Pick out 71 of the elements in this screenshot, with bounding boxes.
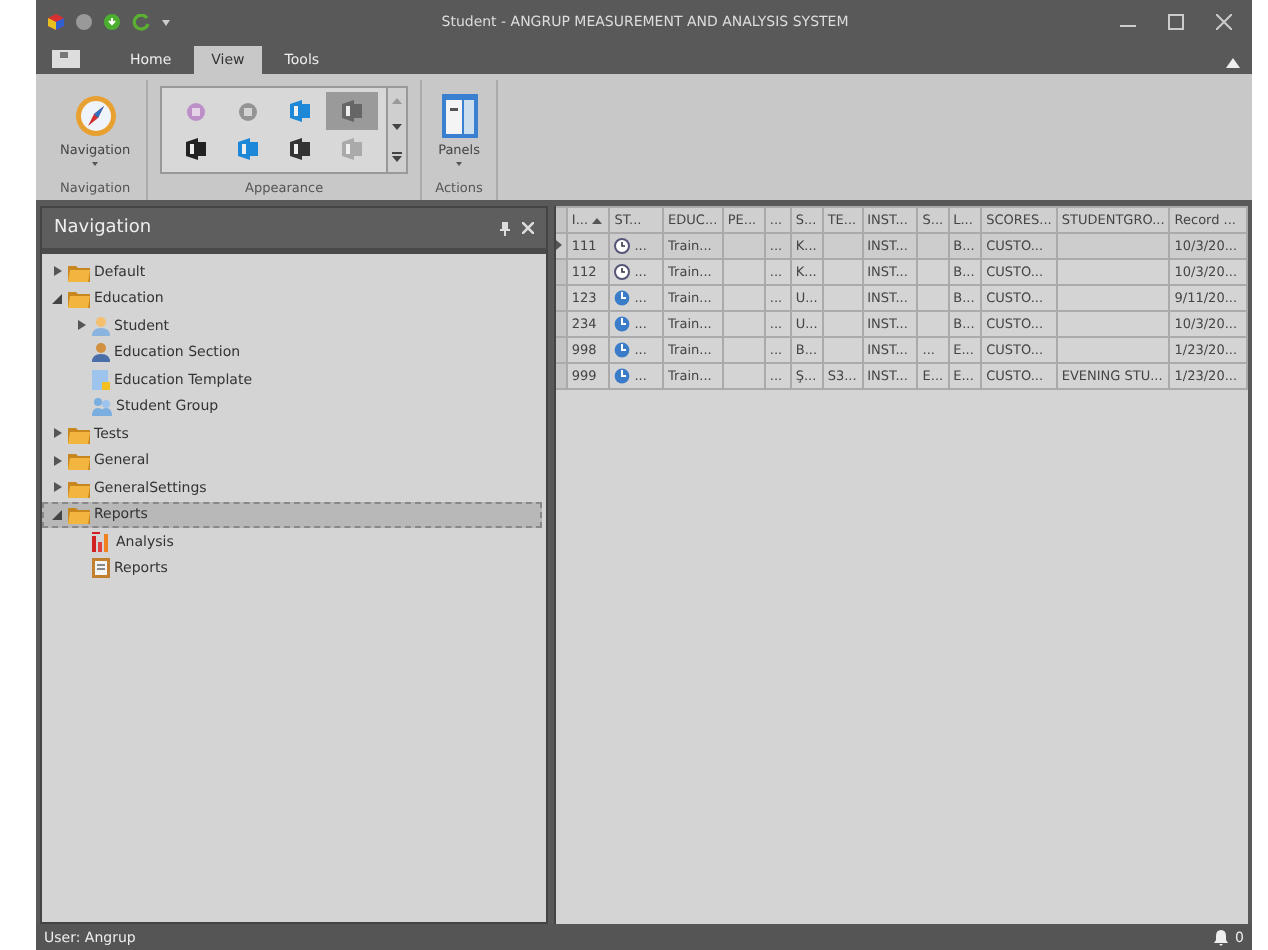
person-icon (92, 342, 110, 363)
collapse-ribbon-icon[interactable] (1226, 58, 1240, 68)
table-cell (822, 285, 863, 311)
globe-icon (614, 368, 631, 384)
people-icon (92, 396, 112, 417)
panel-title: Navigation (54, 218, 154, 238)
theme-icon (238, 101, 259, 121)
theme-icon (186, 138, 207, 160)
folder-icon (68, 477, 90, 498)
folder-icon (68, 423, 90, 444)
dropdown-arrow-icon (456, 162, 463, 166)
report-icon (92, 558, 110, 579)
globe-icon (614, 290, 631, 306)
theme-icon (290, 138, 311, 160)
table-cell (822, 259, 863, 285)
person-icon (92, 315, 110, 336)
bar-chart-icon (92, 531, 112, 552)
scroll-down-icon[interactable] (392, 124, 403, 131)
expand-arrow-icon[interactable] (52, 482, 62, 493)
table-cell (822, 337, 863, 363)
theme-icon (290, 100, 311, 122)
table-cell (917, 285, 949, 311)
app-logo-icon (48, 14, 64, 30)
table-cell (1056, 311, 1170, 337)
theme-icon (342, 100, 363, 122)
download-icon[interactable] (104, 14, 120, 30)
pin-icon[interactable] (500, 221, 510, 235)
close-icon[interactable] (522, 222, 534, 234)
theme-icon (342, 138, 363, 160)
folder-icon (68, 504, 90, 525)
row-indicator[interactable] (556, 233, 567, 259)
expand-arrow-icon[interactable] (52, 266, 62, 277)
folder-icon (68, 450, 90, 471)
sort-ascending-icon (592, 217, 603, 224)
table-cell (722, 285, 765, 311)
refresh-icon[interactable] (132, 13, 150, 31)
compass-icon (73, 94, 118, 138)
table-cell (822, 311, 863, 337)
maximize-icon[interactable] (1168, 14, 1184, 30)
table-cell (1056, 285, 1170, 311)
panels-icon (441, 94, 478, 138)
theme-icon (186, 101, 207, 121)
collapse-arrow-icon[interactable] (52, 509, 62, 520)
table-cell (722, 337, 765, 363)
globe-icon (614, 316, 631, 332)
circle-icon[interactable] (76, 14, 92, 30)
close-icon[interactable] (1216, 14, 1232, 30)
table-cell (917, 311, 949, 337)
table-cell (722, 259, 765, 285)
bell-icon[interactable] (1213, 929, 1228, 945)
table-cell (917, 259, 949, 285)
expand-arrow-icon[interactable] (52, 455, 62, 466)
table-cell (1056, 233, 1170, 259)
row-indicator-icon (556, 240, 562, 250)
folder-icon (68, 261, 90, 282)
collapse-arrow-icon[interactable] (52, 293, 62, 304)
table-cell (1056, 259, 1170, 285)
clock-icon (614, 238, 631, 254)
template-icon (92, 369, 110, 390)
expand-gallery-icon[interactable] (392, 151, 403, 162)
table-cell (722, 311, 765, 337)
dropdown-arrow-icon (92, 162, 99, 166)
globe-icon (614, 342, 631, 358)
clock-icon (614, 264, 631, 280)
theme-icon (238, 138, 259, 160)
dropdown-arrow-icon[interactable] (162, 18, 170, 26)
table-cell (722, 363, 765, 389)
folder-icon (68, 288, 90, 309)
expand-arrow-icon[interactable] (76, 320, 86, 331)
table-cell (1056, 337, 1170, 363)
expand-arrow-icon[interactable] (52, 428, 62, 439)
